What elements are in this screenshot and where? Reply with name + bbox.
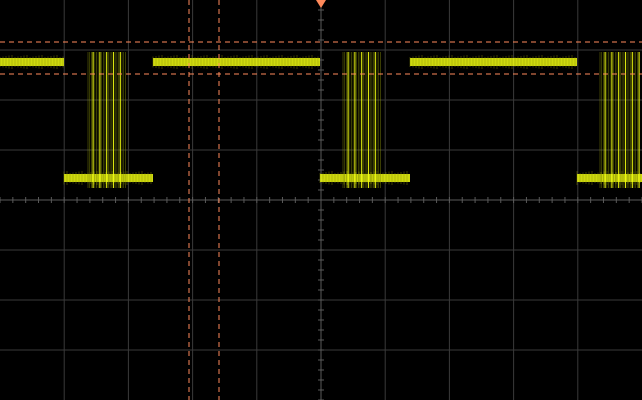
oscilloscope-screen	[0, 0, 642, 400]
trace-high-segment	[0, 58, 64, 66]
waveform-display	[0, 0, 642, 400]
trace-high-segment	[153, 58, 320, 66]
trace-high-segment	[410, 58, 577, 66]
